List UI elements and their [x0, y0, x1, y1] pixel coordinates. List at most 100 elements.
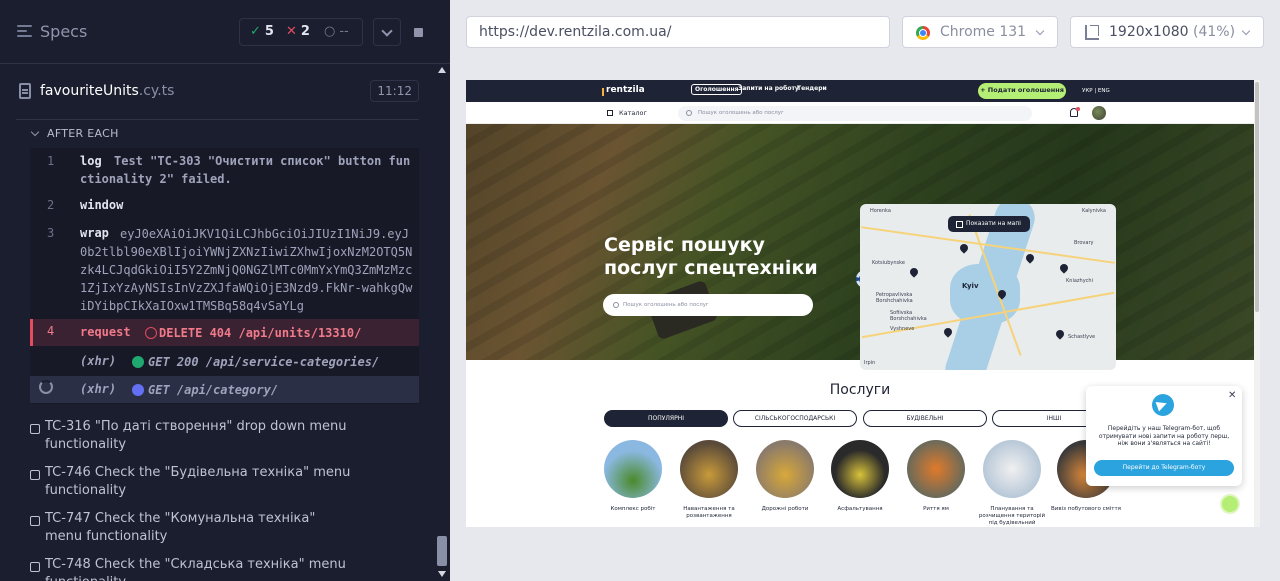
chevron-down-icon — [1035, 26, 1045, 36]
site-search-input[interactable]: Пошук оголошень або послуг — [678, 106, 1032, 121]
chevron-down-icon — [1241, 26, 1251, 36]
catalog-button[interactable]: Каталог — [619, 109, 647, 117]
expand-dropdown-button[interactable] — [373, 18, 401, 46]
loading-spinner-icon — [39, 380, 53, 394]
plus-icon: + — [980, 86, 988, 94]
service-image — [983, 440, 1041, 498]
telegram-popup-text: Перейдіть у наш Telegram-бот, щоб отриму… — [1098, 425, 1230, 447]
cross-icon: ✕ — [286, 24, 297, 39]
site-logo[interactable]: rentzila — [602, 85, 645, 96]
command-message: GET /api/category/ — [148, 383, 279, 397]
passed-count: ✓ 5 — [250, 24, 274, 39]
specs-list-icon[interactable] — [17, 25, 32, 39]
command-message: eyJ0eXAiOiJKV1QiLCJhbGciOiJIUzI1NiJ9.eyJ… — [80, 227, 413, 313]
url-bar[interactable]: https://dev.rentzila.com.ua/ — [466, 16, 890, 48]
spec-file-header: favouriteUnits.cy.ts 11:12 — [16, 64, 419, 120]
service-card[interactable]: Риття ям — [901, 440, 971, 513]
nav-item-tenders[interactable]: Тендери — [797, 85, 827, 92]
scroll-up-arrow-icon[interactable] — [438, 67, 446, 73]
hero-title: Сервіс пошуку послуг спецтехніки — [604, 234, 818, 279]
failed-circle-icon — [145, 327, 157, 339]
command-message: GET 200 /api/service-categories/ — [148, 355, 380, 369]
command-log: 1 log Test "TC-303 "Очистити список" but… — [30, 148, 419, 404]
command-message: DELETE 404 /api/units/13310/ — [159, 326, 362, 340]
command-row-pending[interactable]: (xhr) GET /api/category/ — [30, 376, 419, 403]
browser-selector[interactable]: Chrome 131 — [902, 16, 1058, 48]
checkbox-icon — [30, 562, 40, 572]
scrollbar-thumb[interactable] — [437, 536, 447, 566]
service-card[interactable]: Навантаження та розвантаження — [674, 440, 744, 520]
chevron-down-icon[interactable] — [30, 127, 40, 137]
tab-construction[interactable]: БУДІВЕЛЬНІ — [863, 410, 987, 427]
nav-item-requests[interactable]: Запити на роботу — [738, 85, 799, 92]
service-image — [756, 440, 814, 498]
chrome-icon — [916, 26, 930, 40]
command-row-failed[interactable]: 4 request DELETE 404 /api/units/13310/ — [30, 319, 419, 346]
service-card[interactable]: Дорожні роботи — [750, 440, 820, 513]
viewport-selector[interactable]: 1920x1080 (41%) — [1070, 16, 1264, 48]
document-icon — [19, 83, 31, 99]
map-pin-icon[interactable] — [1024, 252, 1036, 264]
map-pin-icon[interactable] — [1054, 328, 1066, 340]
viewport-label: 1920x1080 (41%) — [1109, 24, 1236, 40]
site-subbar: Каталог Пошук оголошень або послуг — [466, 102, 1260, 124]
map-pin-icon[interactable] — [908, 266, 920, 278]
show-on-map-button[interactable]: Показати на мапі — [948, 216, 1030, 232]
service-image — [604, 440, 662, 498]
stop-icon — [414, 28, 423, 37]
map-pin-icon[interactable] — [942, 326, 954, 338]
browser-label: Chrome 131 — [940, 24, 1027, 40]
failed-count: ✕ 2 — [286, 24, 310, 39]
status-pending-dot-icon — [132, 384, 144, 396]
spec-file-name[interactable]: favouriteUnits.cy.ts — [40, 83, 174, 99]
service-image — [831, 440, 889, 498]
chat-fab-button[interactable] — [1220, 494, 1240, 514]
map-pin-icon[interactable] — [1058, 262, 1070, 274]
bell-icon[interactable] — [1070, 107, 1080, 117]
command-row[interactable]: 2 window — [30, 194, 419, 216]
service-card[interactable]: Планування та розчищення територій під б… — [977, 440, 1047, 527]
runner-topbar: Specs ✓ 5 ✕ 2 ○ -- — [0, 0, 450, 64]
map-widget[interactable]: Показати на мапі Horenka Kotsiubynske Pe… — [860, 204, 1116, 370]
telegram-popup: ✕ Перейдіть у наш Telegram-бот, щоб отри… — [1086, 386, 1242, 486]
hero-search-input[interactable]: Пошук оголошень або послуг — [603, 294, 813, 316]
telegram-bot-button[interactable]: Перейти до Telegram-боту — [1094, 460, 1234, 476]
status-ok-dot-icon — [132, 356, 144, 368]
test-stats: ✓ 5 ✕ 2 ○ -- — [239, 18, 363, 46]
scrollbar-thumb[interactable] — [1255, 82, 1259, 312]
application-under-test: rentzila Оголошення Запити на роботу Тен… — [466, 80, 1260, 527]
tab-agricultural[interactable]: СІЛЬСЬКОГОСПОДАРСЬКІ — [733, 410, 857, 427]
pending-circle-icon: ○ — [324, 24, 336, 39]
command-row[interactable]: 1 log Test "TC-303 "Очистити список" but… — [30, 148, 419, 194]
service-card[interactable]: Комплекс робіт — [598, 440, 668, 513]
hero-section: Сервіс пошуку послуг спецтехніки Пошук о… — [466, 124, 1254, 370]
telegram-icon — [1152, 394, 1174, 416]
ruler-icon — [1085, 25, 1099, 40]
command-row[interactable]: (xhr) GET 200 /api/service-categories/ — [30, 348, 419, 375]
checkbox-icon — [30, 470, 40, 480]
stop-button[interactable] — [404, 18, 432, 46]
nav-item-ads[interactable]: Оголошення — [691, 84, 743, 95]
command-log-scrollbar[interactable] — [436, 64, 448, 581]
site-navbar: rentzila Оголошення Запити на роботу Тен… — [466, 80, 1260, 102]
catalog-grid-icon — [607, 110, 613, 116]
checkbox-icon — [30, 516, 40, 526]
cypress-runner-panel: Specs ✓ 5 ✕ 2 ○ -- favouriteUnits.cy.ts 11:… — [0, 0, 450, 581]
map-pin-icon[interactable] — [958, 242, 970, 254]
check-icon: ✓ — [250, 24, 261, 39]
command-message: Test "TC-303 "Очистити список" button fu… — [80, 154, 411, 186]
service-image — [907, 440, 965, 498]
language-switch[interactable]: УКР | ENG — [1082, 88, 1110, 94]
site-scrollbar[interactable] — [1254, 80, 1260, 527]
tab-popular[interactable]: ПОПУЛЯРНІ — [604, 410, 728, 427]
avatar[interactable] — [1092, 106, 1106, 120]
close-icon[interactable]: ✕ — [1228, 390, 1236, 401]
scroll-down-arrow-icon[interactable] — [438, 571, 446, 577]
command-row[interactable]: 3 wrap eyJ0eXAiOiJKV1QiLCJhbGciOiJIUzI1N… — [30, 222, 419, 318]
specs-title[interactable]: Specs — [40, 22, 87, 41]
submit-ad-button[interactable]: + Подати оголошення — [978, 83, 1066, 99]
service-image — [680, 440, 738, 498]
hook-title[interactable]: AFTER EACH — [47, 127, 119, 140]
service-card[interactable]: Асфальтування — [825, 440, 895, 513]
chevron-down-icon — [381, 25, 393, 37]
